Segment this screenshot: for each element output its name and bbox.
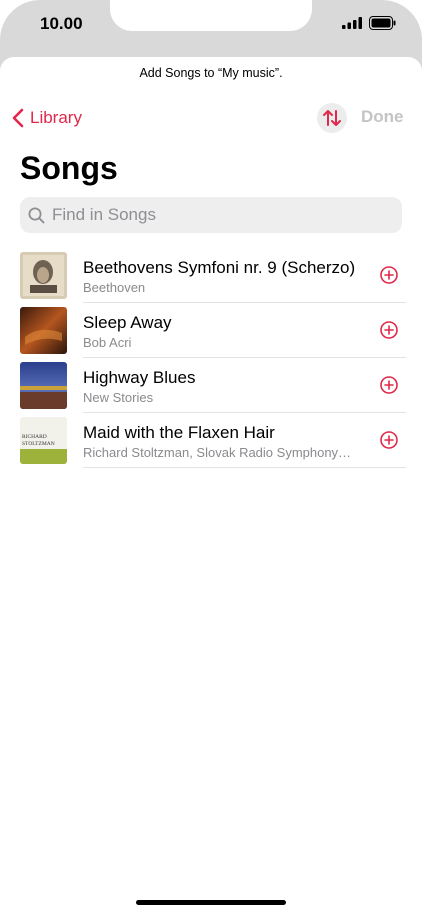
signal-icon (342, 17, 362, 29)
done-button[interactable]: Done (361, 107, 404, 127)
song-list: Beethovens Symfoni nr. 9 (Scherzo) Beeth… (0, 248, 422, 468)
song-row[interactable]: Sleep Away Bob Acri (0, 303, 422, 358)
album-art (20, 307, 67, 354)
song-row[interactable]: Highway Blues New Stories (0, 358, 422, 413)
search-icon (28, 207, 45, 224)
album-art-text: STOLTZMAN (22, 441, 55, 447)
chevron-left-icon (12, 108, 24, 128)
album-art (20, 252, 67, 299)
album-art-text: RICHARD (22, 434, 47, 440)
song-artist: Bob Acri (83, 335, 132, 350)
sort-arrows-icon (323, 110, 341, 126)
song-title: Sleep Away (83, 313, 172, 332)
search-input[interactable] (50, 204, 374, 226)
plus-circle-icon[interactable] (379, 320, 399, 340)
plus-circle-icon[interactable] (379, 430, 399, 450)
back-button-label: Library (30, 108, 82, 127)
page-title: Songs (20, 150, 118, 186)
device-notch (110, 0, 312, 31)
sort-button[interactable] (317, 103, 347, 133)
sheet-prompt: Add Songs to “My music”. (139, 66, 283, 80)
song-row[interactable]: Beethovens Symfoni nr. 9 (Scherzo) Beeth… (0, 248, 422, 303)
song-artist: Beethoven (83, 280, 146, 295)
song-title: Maid with the Flaxen Hair (83, 423, 275, 442)
album-art (20, 362, 67, 409)
song-row[interactable]: RICHARD STOLTZMAN Maid with the Flaxen H… (0, 413, 422, 468)
status-time: 10.00 (40, 14, 83, 33)
song-artist: Richard Stoltzman, Slovak Radio Symphony… (83, 445, 352, 460)
back-button[interactable]: Library (12, 106, 82, 130)
plus-circle-icon[interactable] (379, 375, 399, 395)
row-divider (83, 467, 406, 468)
song-title: Beethovens Symfoni nr. 9 (Scherzo) (83, 258, 356, 277)
search-bar[interactable] (20, 197, 402, 233)
album-art: RICHARD STOLTZMAN (20, 417, 67, 464)
plus-circle-icon[interactable] (379, 265, 399, 285)
song-artist: New Stories (83, 390, 154, 405)
home-indicator[interactable] (136, 900, 286, 905)
battery-icon (369, 16, 396, 30)
song-title: Highway Blues (83, 368, 196, 387)
